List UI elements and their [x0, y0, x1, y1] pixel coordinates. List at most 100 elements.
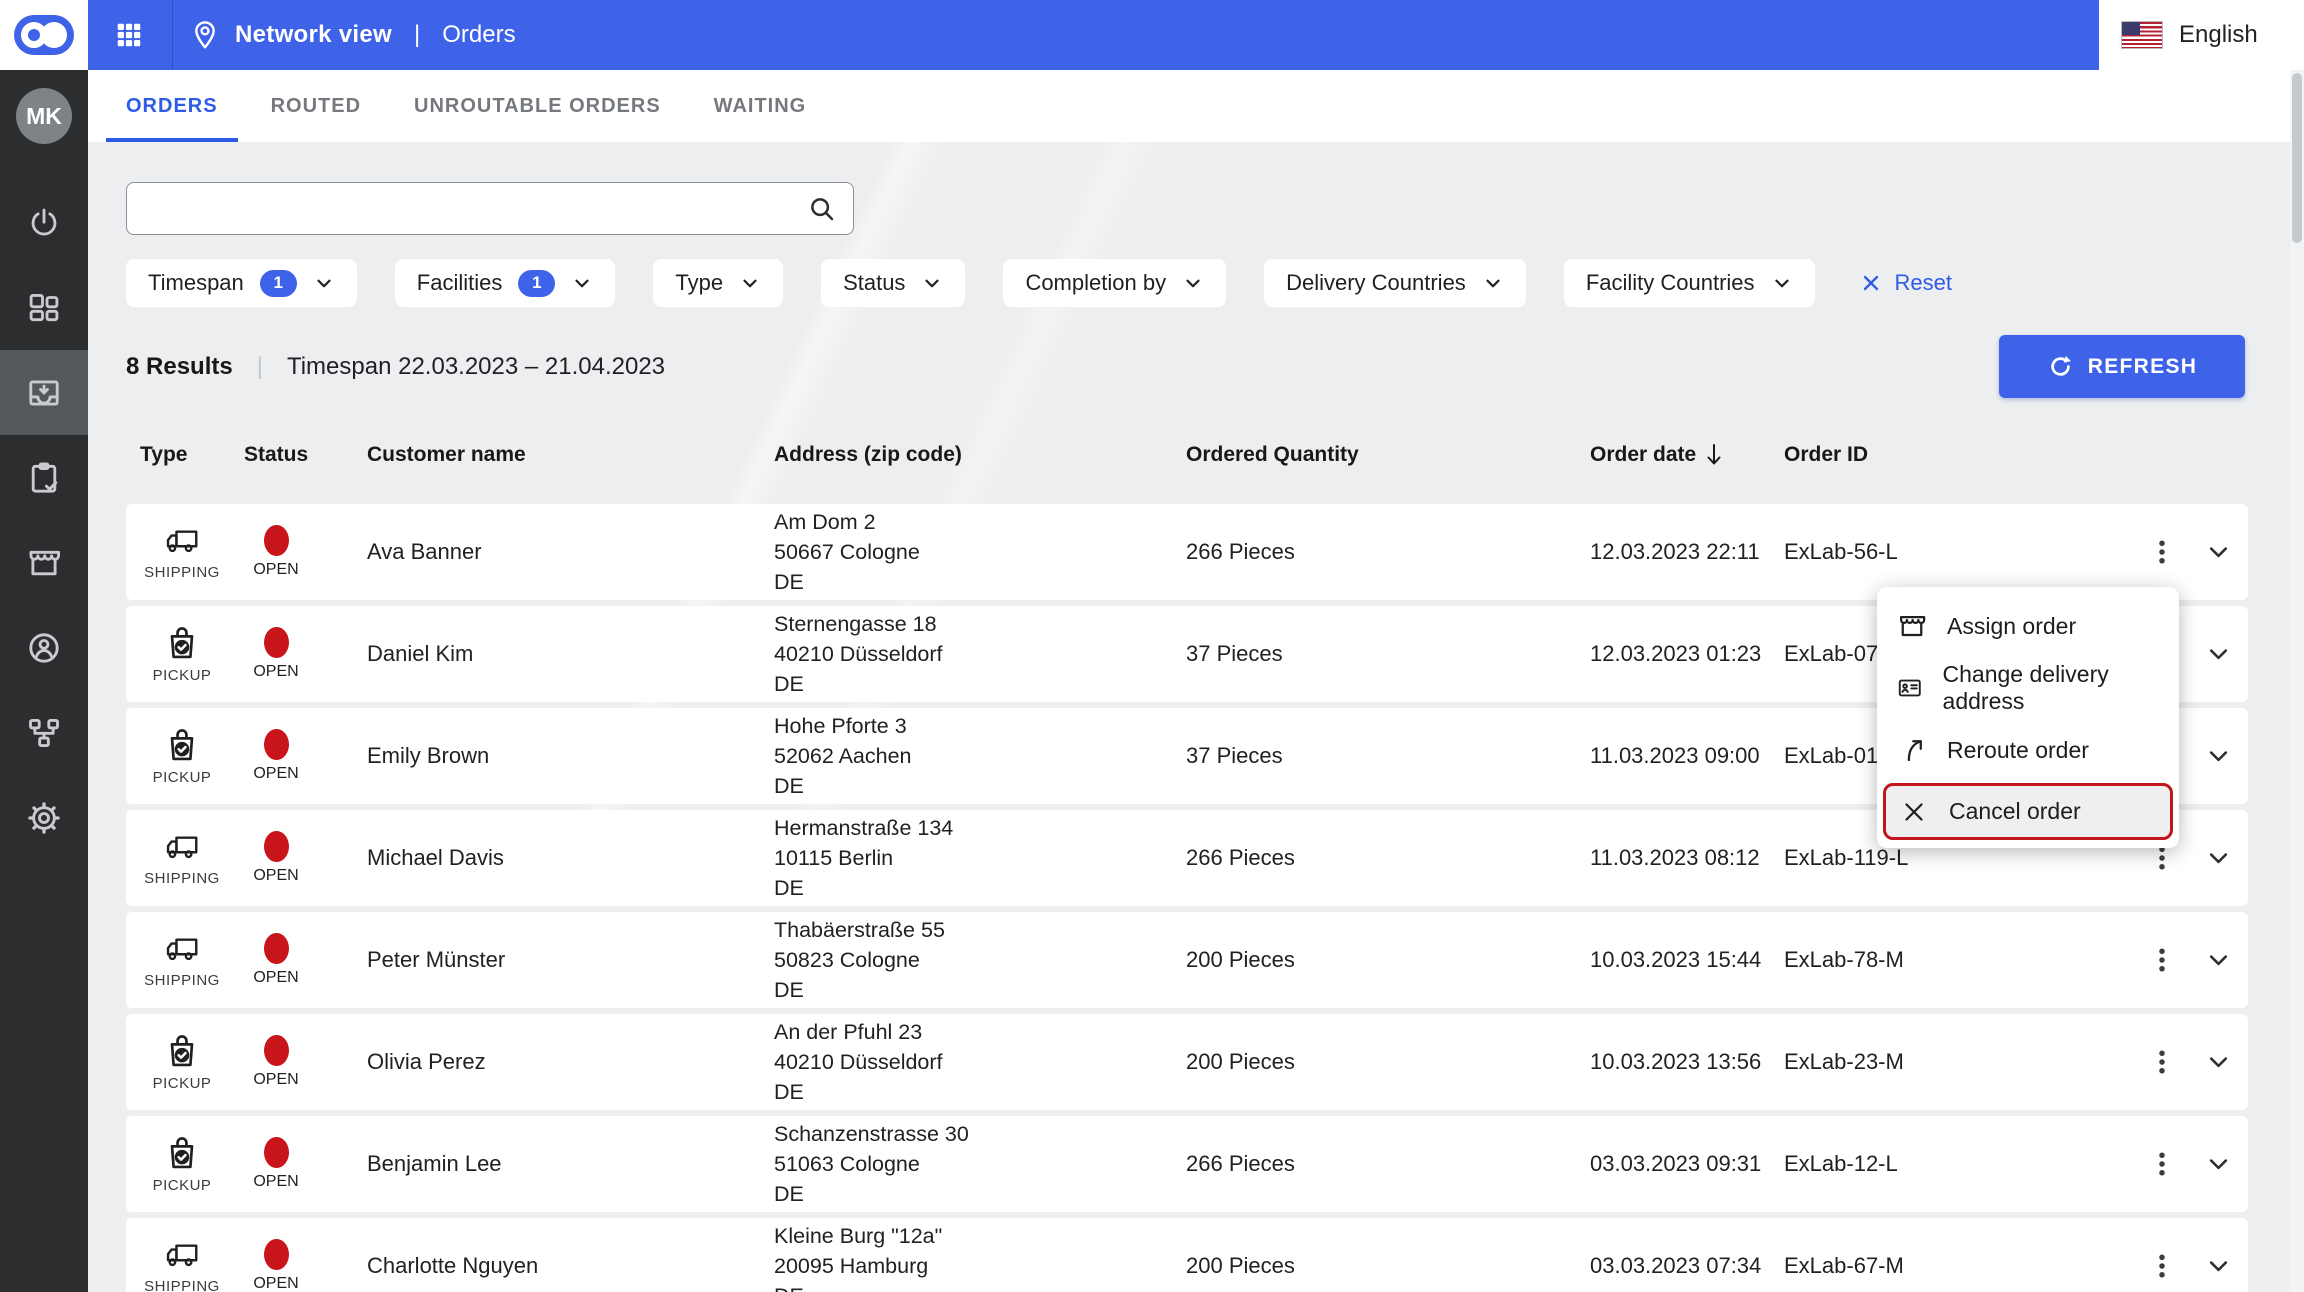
chip-count-badge: 1	[518, 269, 556, 297]
filter-chip-facility-countries[interactable]: Facility Countries	[1563, 259, 1815, 307]
filter-chip-facilities[interactable]: Facilities 1	[394, 259, 616, 307]
customer-name: Daniel Kim	[367, 641, 474, 666]
address-cell: Am Dom 2 50667 Cologne DE	[774, 507, 1186, 597]
avatar[interactable]: MK	[16, 88, 72, 144]
status-label: OPEN	[253, 765, 299, 782]
sidebar-item-tasks[interactable]	[0, 435, 88, 520]
row-expand-button[interactable]	[2205, 1151, 2232, 1178]
table-row[interactable]: PICKUP OPEN Benjamin Lee Schanzenstrasse…	[126, 1116, 2248, 1212]
chevron-down-icon	[1486, 279, 1500, 288]
row-kebab-menu-button[interactable]	[2147, 1149, 2177, 1179]
reroute-arrow-icon	[1907, 740, 1922, 762]
context-menu-item-change-delivery-address[interactable]: Change delivery address	[1877, 657, 2179, 719]
table-row[interactable]: SHIPPING OPEN Charlotte Nguyen Kleine Bu…	[126, 1218, 2248, 1292]
address-city: 40210 Düsseldorf	[774, 1050, 943, 1074]
address-street: Kleine Burg "12a"	[774, 1224, 943, 1248]
tab-unroutable-orders[interactable]: UNROUTABLE ORDERS	[394, 70, 681, 142]
table-row[interactable]: SHIPPING OPEN Peter Münster Thabäerstraß…	[126, 912, 2248, 1008]
pickup-bag-icon	[170, 627, 194, 659]
status-cell: OPEN	[244, 729, 367, 783]
context-menu-item-assign-order[interactable]: Assign order	[1877, 595, 2179, 657]
header-address: Address (zip code)	[774, 443, 962, 466]
chevron-down-icon	[925, 279, 940, 288]
search-input[interactable]	[147, 194, 807, 223]
contact-card-icon	[1898, 679, 1921, 697]
row-kebab-menu-button[interactable]	[2147, 537, 2177, 567]
tab-routed[interactable]: ROUTED	[251, 70, 381, 142]
status-open-dot	[263, 831, 289, 862]
sidebar-item-dashboard[interactable]	[0, 265, 88, 350]
row-expand-button[interactable]	[2205, 947, 2232, 974]
order-date: 10.03.2023 15:44	[1590, 947, 1762, 972]
address-country: DE	[774, 1182, 804, 1206]
status-label: OPEN	[253, 663, 299, 680]
type-label: PICKUP	[152, 769, 212, 786]
search-icon[interactable]	[807, 194, 837, 224]
type-cell: PICKUP	[140, 624, 244, 684]
kebab-menu-icon	[2159, 948, 2165, 972]
logo-button[interactable]	[0, 0, 88, 70]
row-expand-button[interactable]	[2205, 743, 2232, 770]
network-tree-icon	[29, 718, 59, 747]
row-kebab-menu-button[interactable]	[2147, 1047, 2177, 1077]
row-kebab-menu-button[interactable]	[2147, 945, 2177, 975]
chevron-down-icon	[317, 279, 331, 288]
row-actions	[2147, 945, 2256, 975]
sidebar-item-store[interactable]	[0, 520, 88, 605]
refresh-button[interactable]: REFRESH	[1999, 335, 2245, 398]
address-street: An der Pfuhl 23	[774, 1020, 923, 1044]
scrollbar-thumb[interactable]	[2292, 73, 2302, 243]
row-expand-button[interactable]	[2205, 539, 2232, 566]
sidebar-item-orders-inbox[interactable]	[0, 350, 88, 435]
row-expand-button[interactable]	[2205, 641, 2232, 668]
status-open-dot	[263, 1137, 289, 1168]
row-expand-button[interactable]	[2205, 1253, 2232, 1280]
table-row[interactable]: SHIPPING OPEN Ava Banner Am Dom 2 50667 …	[126, 504, 2248, 600]
address-cell: An der Pfuhl 23 40210 Düsseldorf DE	[774, 1017, 1186, 1107]
customer-name: Benjamin Lee	[367, 1151, 502, 1176]
orders-inbox-icon	[29, 379, 59, 406]
sidebar-item-power[interactable]	[0, 180, 88, 265]
filter-chip-timespan[interactable]: Timespan 1	[126, 259, 357, 307]
tab-waiting[interactable]: WAITING	[694, 70, 827, 142]
filter-chip-delivery-countries[interactable]: Delivery Countries	[1264, 259, 1526, 307]
chip-label: Delivery Countries	[1286, 270, 1466, 295]
context-menu-item-reroute-order[interactable]: Reroute order	[1877, 719, 2179, 781]
context-menu-item-cancel-order[interactable]: Cancel order	[1883, 783, 2173, 840]
row-kebab-menu-button[interactable]	[2147, 1251, 2177, 1281]
row-actions	[2147, 537, 2256, 567]
pickup-bag-icon	[170, 729, 194, 761]
row-expand-button[interactable]	[2205, 1049, 2232, 1076]
sidebar-item-account[interactable]	[0, 605, 88, 690]
address-country: DE	[774, 672, 804, 696]
type-cell: PICKUP	[140, 726, 244, 786]
row-actions	[2147, 1047, 2256, 1077]
sidebar-item-network[interactable]	[0, 690, 88, 775]
shipping-truck-icon	[166, 1244, 198, 1267]
type-cell: PICKUP	[140, 1032, 244, 1092]
top-bar: Network view | Orders	[88, 0, 2099, 70]
pickup-bag-icon	[170, 1035, 194, 1067]
row-expand-button[interactable]	[2205, 845, 2232, 872]
reset-filters-button[interactable]: Reset	[1853, 269, 1958, 297]
filter-chip-completion-by[interactable]: Completion by	[1003, 259, 1227, 307]
app-launcher-button[interactable]	[114, 20, 144, 50]
table-row[interactable]: PICKUP OPEN Olivia Perez An der Pfuhl 23…	[126, 1014, 2248, 1110]
sidebar-item-settings[interactable]	[0, 775, 88, 860]
filter-chip-status[interactable]: Status	[821, 259, 966, 307]
order-date: 10.03.2023 13:56	[1590, 1049, 1762, 1074]
filter-chip-type[interactable]: Type	[653, 259, 784, 307]
header-order-date[interactable]: Order date	[1590, 442, 1784, 468]
results-count: 8 Results	[126, 352, 233, 380]
sidebar-items	[0, 180, 88, 860]
kebab-menu-icon	[2159, 1152, 2165, 1176]
ordered-quantity: 37 Pieces	[1186, 743, 1283, 768]
address-street: Thabäerstraße 55	[774, 918, 945, 942]
power-icon	[31, 208, 57, 235]
orders-app: Network view | Orders English MK ORDERS …	[0, 0, 2304, 1292]
address-street: Hohe Pforte 3	[774, 714, 907, 738]
chevron-down-icon	[1186, 279, 1200, 288]
language-selector[interactable]: English	[2099, 0, 2304, 70]
tab-orders[interactable]: ORDERS	[106, 70, 238, 142]
vertical-scrollbar[interactable]	[2290, 70, 2304, 1292]
